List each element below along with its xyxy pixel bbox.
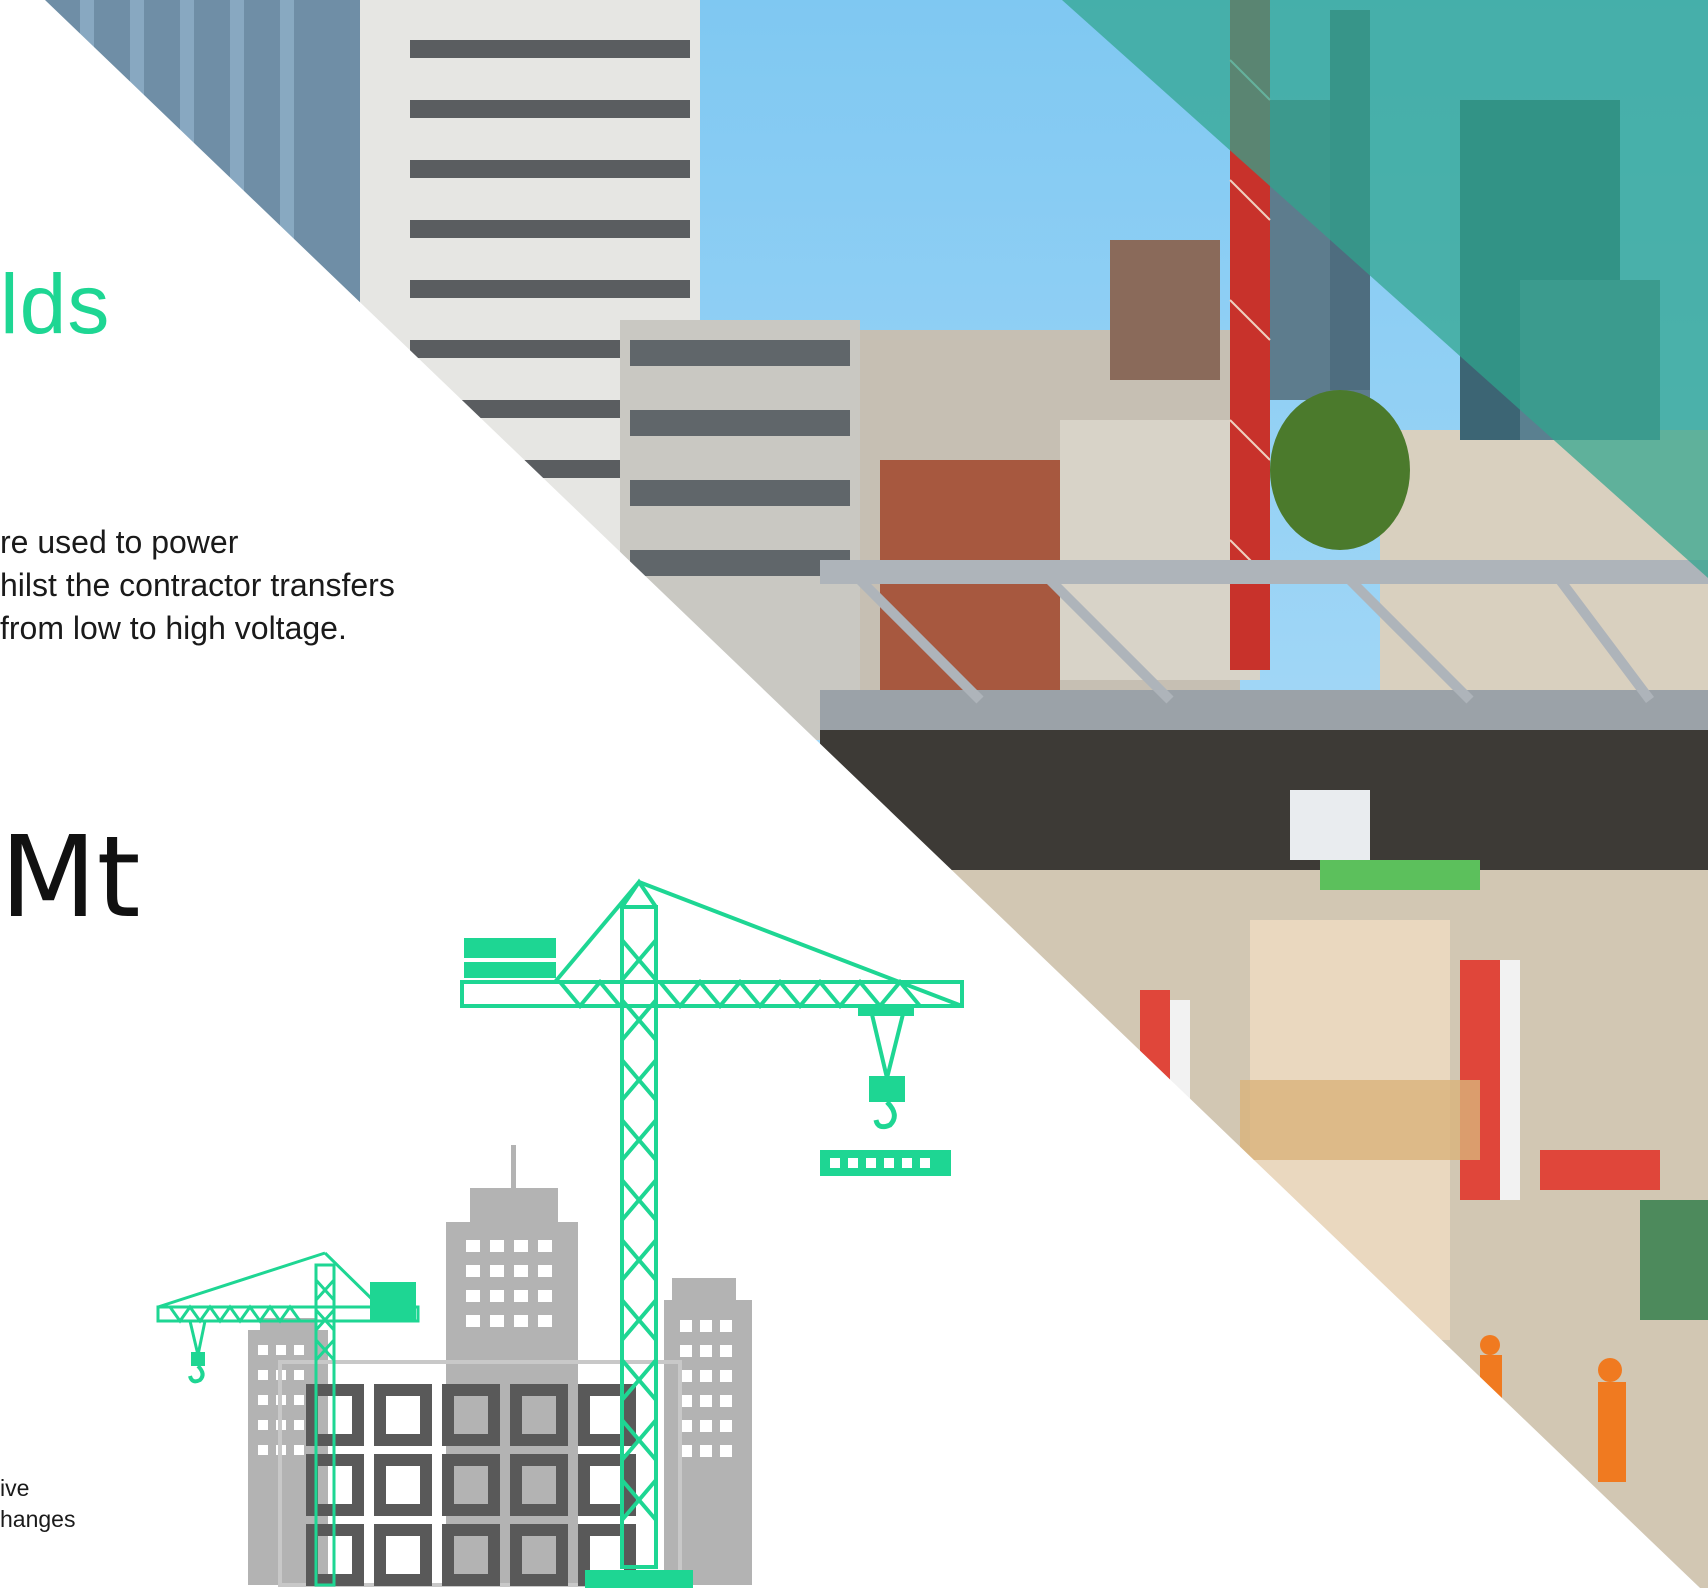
paragraph-line: from low to high voltage. bbox=[0, 610, 347, 646]
description-paragraph: re used to power hilst the contractor tr… bbox=[0, 521, 395, 650]
big-stat-value: Mt bbox=[0, 813, 141, 943]
caption-line: hanges bbox=[0, 1506, 76, 1532]
page-heading: lds bbox=[0, 257, 111, 351]
caption: ive hanges bbox=[0, 1473, 75, 1535]
buildings-icon bbox=[248, 1145, 752, 1585]
paragraph-line: hilst the contractor transfers bbox=[0, 567, 395, 603]
caption-line: ive bbox=[0, 1475, 30, 1501]
small-crane-icon bbox=[156, 1251, 420, 1587]
crane-icon bbox=[460, 878, 964, 1569]
paragraph-line: re used to power bbox=[0, 524, 239, 560]
